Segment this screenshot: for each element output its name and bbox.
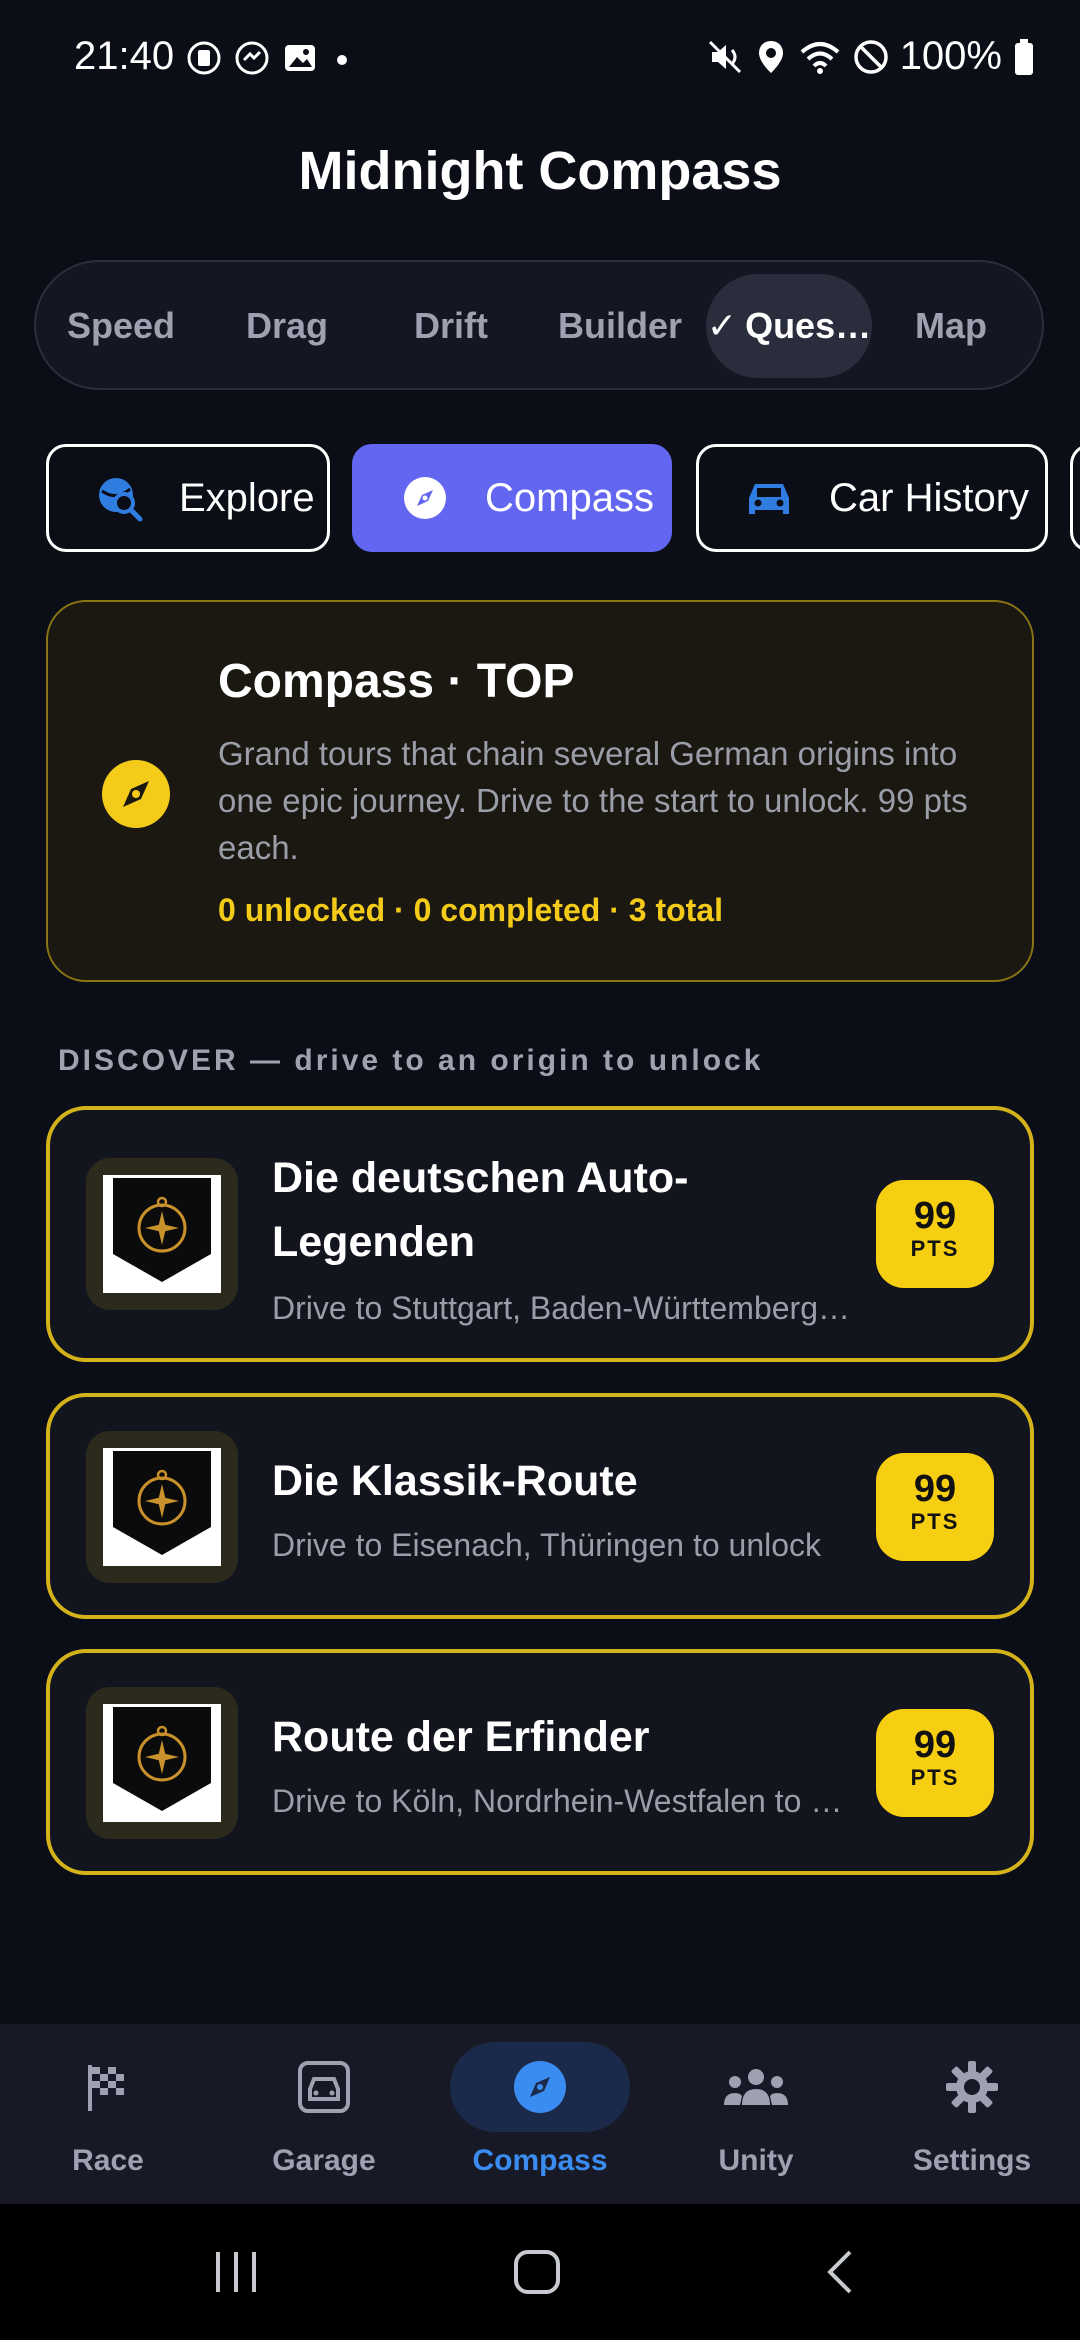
quest-title: Die deutschen Auto-Legenden bbox=[272, 1154, 689, 1266]
compass-icon bbox=[514, 2061, 566, 2113]
quest-card[interactable]: Route der Erfinder Drive to Köln, Nordrh… bbox=[46, 1649, 1034, 1875]
checkered-flag-icon bbox=[88, 2065, 124, 2111]
wifi-icon bbox=[800, 41, 840, 74]
quest-title: Route der Erfinder bbox=[272, 1713, 650, 1761]
quest-thumbnail bbox=[86, 1431, 238, 1583]
compass-info-card: Compass · TOP Grand tours that chain sev… bbox=[46, 600, 1034, 982]
mode-tabs: Speed Drag Drift Builder ✓ Ques… Map bbox=[34, 260, 1044, 390]
compass-shield-icon bbox=[113, 1178, 211, 1282]
quest-title: Die Klassik-Route bbox=[272, 1457, 638, 1505]
gear-icon bbox=[946, 2061, 998, 2113]
status-left-icons bbox=[186, 40, 354, 76]
tab-map[interactable]: Map bbox=[876, 274, 1026, 378]
nav-compass[interactable]: Compass bbox=[432, 2024, 648, 2204]
tab-drift[interactable]: Drift bbox=[376, 274, 526, 378]
chip-compass[interactable]: Compass bbox=[352, 444, 672, 552]
compass-icon bbox=[395, 468, 455, 528]
system-navigation-bar bbox=[0, 2204, 1080, 2340]
quest-subtitle: Drive to Stuttgart, Baden-Württemberg to… bbox=[272, 1290, 852, 1326]
app-title: Midnight Compass bbox=[298, 141, 782, 201]
check-icon: ✓ bbox=[706, 305, 738, 346]
nav-garage[interactable]: Garage bbox=[216, 2024, 432, 2204]
nav-settings[interactable]: Settings bbox=[864, 2024, 1080, 2204]
points-badge: 99 PTS bbox=[876, 1709, 994, 1817]
tab-quests[interactable]: ✓ Ques… bbox=[706, 274, 872, 378]
battery-icon bbox=[1015, 38, 1033, 75]
info-card-description: Grand tours that chain several German or… bbox=[218, 735, 968, 866]
quest-card[interactable]: Die Klassik-Route Drive to Eisenach, Thü… bbox=[46, 1393, 1034, 1619]
dot-icon bbox=[337, 55, 347, 65]
home-icon[interactable] bbox=[512, 2248, 562, 2296]
garage-icon bbox=[298, 2061, 350, 2113]
mute-icon bbox=[708, 40, 741, 73]
status-right: 100% bbox=[706, 34, 1036, 79]
quest-thumbnail bbox=[86, 1687, 238, 1839]
chip-car-history[interactable]: Car History bbox=[696, 444, 1048, 552]
status-time: 21:40 bbox=[74, 34, 175, 78]
compass-icon bbox=[100, 758, 172, 835]
chip-next-partial[interactable] bbox=[1070, 444, 1080, 552]
status-bar: 21:40 100% bbox=[0, 0, 1080, 120]
tab-builder[interactable]: Builder bbox=[540, 274, 700, 378]
info-card-stats: 0 unlocked · 0 completed · 3 total bbox=[218, 892, 723, 928]
nav-race[interactable]: Race bbox=[0, 2024, 216, 2204]
compass-shield-icon bbox=[113, 1451, 211, 1555]
section-label: DISCOVER — drive to an origin to unlock bbox=[58, 1044, 764, 1077]
quest-card[interactable]: Die deutschen Auto-Legenden Drive to Stu… bbox=[46, 1106, 1034, 1362]
back-icon[interactable] bbox=[820, 2248, 860, 2296]
compass-shield-icon bbox=[113, 1707, 211, 1811]
quest-thumbnail bbox=[86, 1158, 238, 1310]
quest-subtitle: Drive to Eisenach, Thüringen to unlock bbox=[272, 1527, 822, 1563]
location-icon bbox=[758, 40, 783, 73]
gallery-icon bbox=[285, 45, 315, 71]
recents-icon[interactable] bbox=[212, 2248, 262, 2296]
info-card-title: Compass · TOP bbox=[218, 655, 575, 708]
group-icon bbox=[724, 2069, 788, 2105]
points-badge: 99 PTS bbox=[876, 1453, 994, 1561]
chip-explore[interactable]: Explore bbox=[46, 444, 330, 552]
globe-search-icon bbox=[89, 468, 149, 528]
messenger-icon bbox=[235, 41, 269, 75]
points-badge: 99 PTS bbox=[876, 1180, 994, 1288]
nav-unity[interactable]: Unity bbox=[648, 2024, 864, 2204]
quest-subtitle: Drive to Köln, Nordrhein-Westfalen to un… bbox=[272, 1783, 852, 1819]
dnd-icon bbox=[853, 39, 888, 74]
car-icon bbox=[739, 468, 799, 528]
notification-icon bbox=[187, 41, 221, 75]
battery-percent: 100% bbox=[899, 34, 1002, 78]
bottom-nav: Race Garage Compass Unity Settings bbox=[0, 2024, 1080, 2204]
tab-speed[interactable]: Speed bbox=[46, 274, 196, 378]
tab-drag[interactable]: Drag bbox=[212, 274, 362, 378]
